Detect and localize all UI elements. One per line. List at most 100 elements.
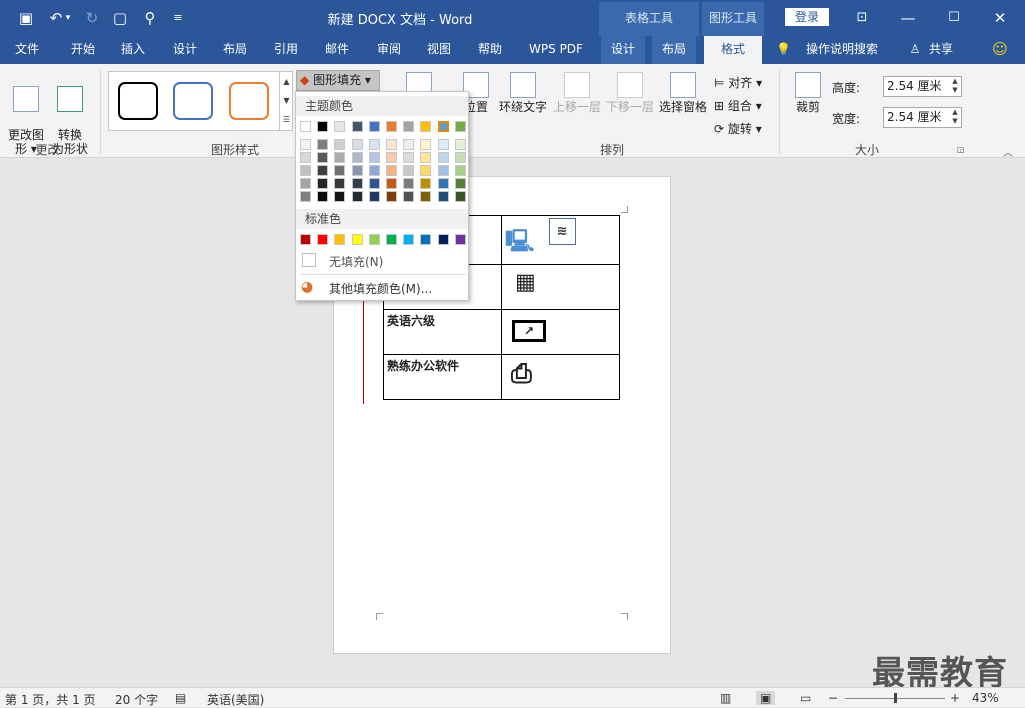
theme-shade-swatch[interactable] — [386, 152, 397, 163]
theme-color-swatch[interactable] — [386, 121, 397, 132]
theme-shade-swatch[interactable] — [438, 191, 449, 202]
zoom-in-icon[interactable]: + — [950, 691, 960, 705]
no-fill-item[interactable]: 无填充(N) — [300, 251, 466, 271]
theme-shade-swatch[interactable] — [317, 139, 328, 150]
theme-shade-swatch[interactable] — [352, 152, 363, 163]
minimize-icon[interactable]: — — [898, 8, 918, 28]
theme-shade-swatch[interactable] — [369, 178, 380, 189]
shape-style-orange[interactable] — [229, 82, 269, 120]
theme-color-swatch[interactable] — [352, 121, 363, 132]
theme-shade-swatch[interactable] — [300, 139, 311, 150]
tab-format[interactable]: 格式 — [704, 36, 762, 64]
page-count[interactable]: 第 1 页，共 1 页 — [5, 691, 96, 708]
standard-color-swatch[interactable] — [438, 234, 449, 245]
wrap-text-button[interactable]: 环绕文字 — [497, 72, 549, 114]
theme-shade-swatch[interactable] — [420, 191, 431, 202]
theme-shade-swatch[interactable] — [386, 165, 397, 176]
tab-insert[interactable]: 插入 — [112, 36, 154, 64]
theme-shade-swatch[interactable] — [352, 191, 363, 202]
tab-wps-pdf[interactable]: WPS PDF — [522, 36, 590, 64]
size-dialog-launcher-icon[interactable]: ◲ — [957, 145, 965, 154]
theme-shade-swatch[interactable] — [420, 139, 431, 150]
collapse-ribbon-icon[interactable]: ︿ — [1003, 144, 1013, 159]
more-fill-colors-item[interactable]: ◕ 其他填充颜色(M)... — [300, 278, 466, 298]
theme-shade-swatch[interactable] — [334, 152, 345, 163]
zoom-level[interactable]: 43% — [972, 691, 999, 705]
theme-shade-swatch[interactable] — [386, 191, 397, 202]
theme-color-swatch[interactable] — [334, 121, 345, 132]
standard-color-swatch[interactable] — [420, 234, 431, 245]
theme-shade-swatch[interactable] — [300, 152, 311, 163]
theme-shade-swatch[interactable] — [334, 178, 345, 189]
ribbon-display-options-icon[interactable]: ⊡ — [852, 8, 872, 28]
standard-color-swatch[interactable] — [403, 234, 414, 245]
tab-table-layout[interactable]: 布局 — [652, 36, 696, 64]
tab-references[interactable]: 引用 — [265, 36, 307, 64]
shape-style-blue[interactable] — [173, 82, 213, 120]
theme-shade-swatch[interactable] — [438, 139, 449, 150]
theme-shade-swatch[interactable] — [317, 178, 328, 189]
tab-mailings[interactable]: 邮件 — [316, 36, 358, 64]
theme-shade-swatch[interactable] — [369, 152, 380, 163]
theme-shade-swatch[interactable] — [369, 139, 380, 150]
theme-shade-swatch[interactable] — [352, 139, 363, 150]
smiley-icon[interactable]: ☺ — [990, 36, 1010, 64]
tab-help[interactable]: 帮助 — [469, 36, 511, 64]
theme-shade-swatch[interactable] — [420, 152, 431, 163]
shape-fill-button[interactable]: ◆ 图形填充 ▾ — [296, 70, 380, 91]
standard-color-swatch[interactable] — [317, 234, 328, 245]
theme-shade-swatch[interactable] — [300, 178, 311, 189]
print-layout-icon[interactable]: ▣ — [756, 691, 776, 705]
theme-shade-swatch[interactable] — [438, 178, 449, 189]
standard-color-swatch[interactable] — [386, 234, 397, 245]
theme-shade-swatch[interactable] — [403, 165, 414, 176]
theme-shade-swatch[interactable] — [403, 191, 414, 202]
standard-color-swatch[interactable] — [334, 234, 345, 245]
search-icon[interactable]: ⚲ — [140, 8, 160, 28]
language-status[interactable]: 英语(美国) — [207, 691, 264, 708]
align-button[interactable]: ⊨ 对齐 ▾ — [714, 72, 762, 95]
crop-button[interactable]: 裁剪 — [790, 72, 826, 114]
theme-shade-swatch[interactable] — [317, 165, 328, 176]
table-cell-icon[interactable]: ▦ — [501, 264, 620, 310]
maximize-icon[interactable]: ☐ — [944, 8, 964, 28]
table-cell-icon[interactable]: 🖳 ≋ — [501, 215, 620, 265]
theme-shade-swatch[interactable] — [455, 191, 466, 202]
rotate-button[interactable]: ⟳ 旋转 ▾ — [714, 118, 762, 141]
theme-shade-swatch[interactable] — [334, 139, 345, 150]
theme-shade-swatch[interactable] — [403, 139, 414, 150]
table-cell-icon[interactable]: ⎙ — [501, 354, 620, 400]
theme-shade-swatch[interactable] — [455, 139, 466, 150]
standard-color-swatch[interactable] — [369, 234, 380, 245]
tab-home[interactable]: 开始 — [62, 36, 104, 64]
web-layout-icon[interactable]: ▭ — [800, 691, 811, 705]
theme-shade-swatch[interactable] — [317, 191, 328, 202]
width-input[interactable]: 2.54 厘米 ▲ ▼ — [883, 107, 962, 128]
tab-design[interactable]: 设计 — [164, 36, 206, 64]
height-spinner-icon[interactable]: ▲ ▼ — [949, 77, 961, 96]
login-button[interactable]: 登录 — [785, 8, 829, 26]
standard-color-swatch[interactable] — [352, 234, 363, 245]
theme-color-swatch[interactable] — [403, 121, 414, 132]
theme-shade-swatch[interactable] — [352, 165, 363, 176]
gallery-scroll-icon[interactable]: ▲ ▼ ☰ — [279, 72, 293, 130]
height-input[interactable]: 2.54 厘米 ▲ ▼ — [883, 76, 962, 97]
zoom-out-icon[interactable]: − — [828, 691, 838, 705]
theme-shade-swatch[interactable] — [403, 178, 414, 189]
theme-color-swatch[interactable] — [300, 121, 311, 132]
close-icon[interactable]: ✕ — [990, 8, 1010, 28]
theme-color-swatch[interactable] — [438, 121, 449, 132]
theme-shade-swatch[interactable] — [455, 152, 466, 163]
selected-shape-icon[interactable]: ≋ — [548, 218, 576, 245]
customize-quick-access-icon[interactable]: ≡ — [168, 8, 188, 28]
selection-pane-button[interactable]: 选择窗格 — [657, 72, 709, 114]
theme-color-swatch[interactable] — [317, 121, 328, 132]
share-button[interactable]: 共享 — [926, 36, 956, 64]
theme-color-swatch[interactable] — [455, 121, 466, 132]
table-cell-icon[interactable]: ↗ — [501, 309, 620, 355]
theme-shade-swatch[interactable] — [334, 165, 345, 176]
theme-shade-swatch[interactable] — [386, 178, 397, 189]
tab-review[interactable]: 审阅 — [368, 36, 410, 64]
theme-shade-swatch[interactable] — [369, 191, 380, 202]
theme-shade-swatch[interactable] — [386, 139, 397, 150]
